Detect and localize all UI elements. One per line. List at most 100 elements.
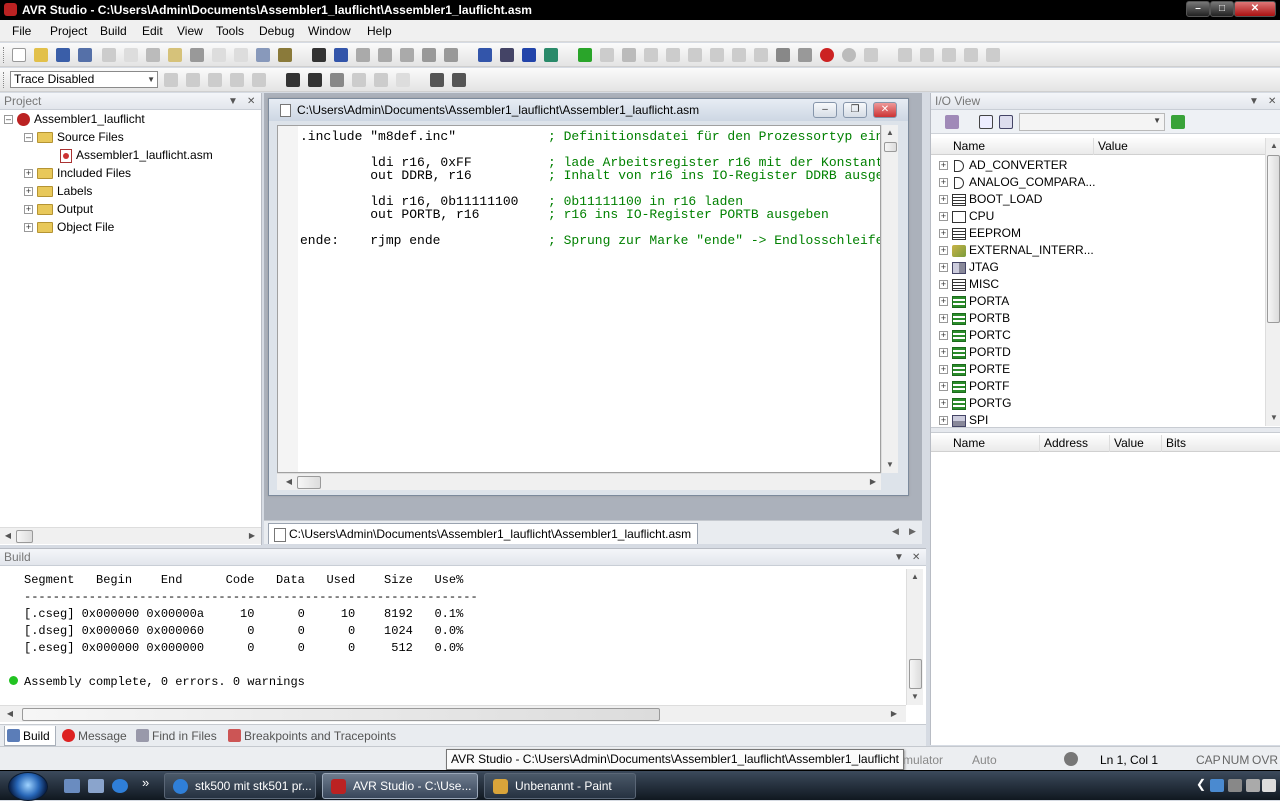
step-over-icon[interactable]	[688, 48, 702, 62]
menu-window[interactable]: Window	[308, 24, 351, 38]
io-tree-item[interactable]: + AD_CONVERTER	[939, 157, 1067, 174]
document-tab[interactable]: C:\Users\Admin\Documents\Assembler1_lauf…	[268, 523, 699, 544]
build-vscrollbar[interactable]: ▲ ▼	[906, 569, 923, 705]
io-tree-item[interactable]: + MISC	[939, 276, 999, 293]
minimize-button[interactable]: –	[1186, 1, 1210, 17]
tab-scroll-right-icon[interactable]: ▶	[909, 526, 916, 537]
compile-icon[interactable]	[522, 48, 536, 62]
expand-icon[interactable]: +	[939, 246, 948, 256]
expand-icon[interactable]: +	[939, 212, 948, 222]
detail-column-bits[interactable]: Bits	[1161, 435, 1186, 452]
menu-build[interactable]: Build	[100, 24, 127, 38]
expand-icon[interactable]: +	[939, 382, 948, 392]
panel-close-icon[interactable]: ✕	[247, 93, 255, 110]
collapse-icon[interactable]: –	[24, 133, 33, 143]
editor-restore-button[interactable]: ❐	[843, 102, 867, 118]
io-tree-item[interactable]: + JTAG	[939, 259, 999, 276]
menu-help[interactable]: Help	[367, 24, 392, 38]
scroll-down-icon[interactable]: ▼	[882, 457, 898, 473]
scroll-up-icon[interactable]: ▲	[907, 569, 923, 585]
expand-icon[interactable]: +	[939, 195, 948, 205]
auto-icon[interactable]	[396, 73, 410, 87]
task-paint[interactable]: Unbenannt - Paint	[484, 773, 636, 799]
scroll-right-icon[interactable]: ▶	[865, 474, 881, 490]
tab-build[interactable]: Build	[4, 726, 56, 746]
panel-close-icon[interactable]: ✕	[1268, 93, 1276, 110]
build-icon[interactable]	[478, 48, 492, 62]
menu-file[interactable]: File	[12, 24, 31, 38]
trace-filter-icon[interactable]	[208, 73, 222, 87]
io-tree-item[interactable]: + EXTERNAL_INTERR...	[939, 242, 1094, 259]
scroll-right-icon[interactable]: ▶	[886, 706, 902, 722]
io-tree-item[interactable]: + PORTA	[939, 293, 1009, 310]
detail-column-address[interactable]: Address	[1039, 435, 1088, 452]
program-settings-icon[interactable]	[452, 73, 466, 87]
expand-icon[interactable]: +	[939, 331, 948, 341]
panel-menu-icon[interactable]: ▼	[894, 549, 904, 566]
task-ie[interactable]: stk500 mit stk501 pr...	[164, 773, 316, 799]
io-tree-item[interactable]: + PORTE	[939, 361, 1010, 378]
volume-icon[interactable]	[1228, 779, 1242, 792]
expand-icon[interactable]: +	[24, 205, 33, 215]
save-all-icon[interactable]	[78, 48, 92, 62]
expand-icon[interactable]: +	[939, 229, 948, 239]
trace-clear-icon[interactable]	[186, 73, 200, 87]
windows-icon[interactable]	[256, 48, 270, 62]
scroll-right-icon[interactable]: ▶	[244, 528, 260, 544]
tree-source-files[interactable]: – Source Files	[24, 128, 124, 146]
expand-icon[interactable]: +	[939, 263, 948, 273]
toolbar-grip[interactable]	[3, 72, 6, 88]
tab-scroll-left-icon[interactable]: ◀	[892, 526, 899, 537]
breakpoint-icon[interactable]	[820, 48, 834, 62]
redo-icon[interactable]	[234, 48, 248, 62]
io-filter-select[interactable]: ▼	[1019, 113, 1165, 131]
collapse-icon[interactable]: –	[4, 115, 13, 125]
io-tree-item[interactable]: + ANALOG_COMPARA...	[939, 174, 1095, 191]
detail-column-value[interactable]: Value	[1109, 435, 1144, 452]
toggle-icon[interactable]	[278, 48, 292, 62]
toolbar-grip[interactable]	[3, 47, 6, 63]
prev-bookmark-icon[interactable]	[400, 48, 414, 62]
outdent-icon[interactable]	[444, 48, 458, 62]
bookmark-icon[interactable]	[356, 48, 370, 62]
show-desktop-icon[interactable]	[64, 779, 80, 793]
scroll-left-icon[interactable]: ◀	[0, 528, 16, 544]
column-value[interactable]: Value	[1093, 138, 1128, 155]
io-tree-item[interactable]: + PORTC	[939, 327, 1011, 344]
code-editor[interactable]: .include "m8def.inc" ; Definitionsdatei f…	[277, 125, 881, 473]
column-name[interactable]: Name	[953, 138, 985, 155]
tree-view-icon[interactable]	[979, 115, 993, 129]
panel-menu-icon[interactable]: ▼	[228, 93, 238, 110]
network-icon[interactable]	[1210, 779, 1224, 792]
step-into-icon[interactable]	[666, 48, 680, 62]
register-view-icon[interactable]	[942, 48, 956, 62]
find-in-files-icon[interactable]	[334, 48, 348, 62]
print-icon[interactable]	[190, 48, 204, 62]
scroll-thumb[interactable]	[16, 530, 33, 543]
build-run-icon[interactable]	[500, 48, 514, 62]
expand-icon[interactable]: +	[939, 348, 948, 358]
run-to-cursor-icon[interactable]	[732, 48, 746, 62]
menu-debug[interactable]: Debug	[259, 24, 294, 38]
detail-column-name[interactable]: Name	[953, 435, 985, 452]
expand-icon[interactable]: +	[939, 399, 948, 409]
menu-tools[interactable]: Tools	[216, 24, 244, 38]
expand-icon[interactable]: +	[24, 187, 33, 197]
tree-labels[interactable]: + Labels	[24, 182, 92, 200]
tree-output[interactable]: + Output	[24, 200, 93, 218]
open-folder-icon[interactable]	[34, 48, 48, 62]
scroll-left-icon[interactable]: ◀	[2, 706, 18, 722]
expand-icon[interactable]: +	[939, 297, 948, 307]
tree-included-files[interactable]: + Included Files	[24, 164, 131, 182]
io-tree-item[interactable]: + EEPROM	[939, 225, 1021, 242]
braces-icon[interactable]	[776, 48, 790, 62]
expand-icon[interactable]: +	[939, 314, 948, 324]
scroll-thumb[interactable]	[1267, 155, 1280, 323]
project-hscrollbar[interactable]: ◀ ▶	[0, 527, 261, 544]
processor-view-icon[interactable]	[964, 48, 978, 62]
tree-project-root[interactable]: – Assembler1_lauflicht	[4, 110, 145, 128]
tree-object-file[interactable]: + Object File	[24, 218, 114, 236]
connect-icon[interactable]	[544, 48, 558, 62]
io-vscrollbar[interactable]: ▲ ▼	[1265, 138, 1280, 426]
panel-close-icon[interactable]: ✕	[912, 549, 920, 566]
